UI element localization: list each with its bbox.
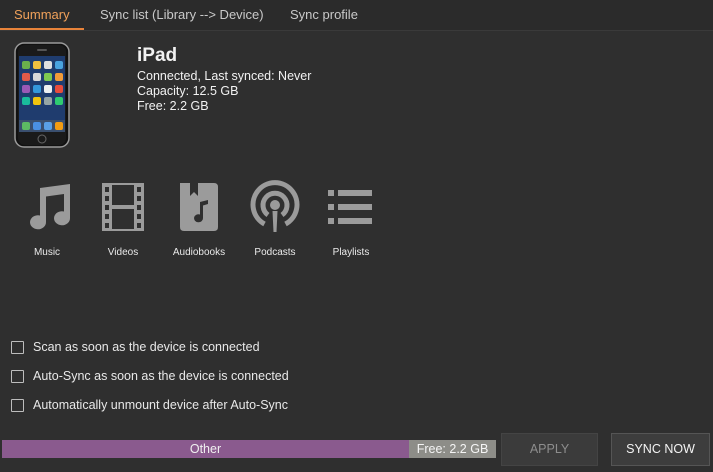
media-audiobooks[interactable]: Audiobooks — [164, 180, 234, 258]
media-podcasts[interactable]: Podcasts — [240, 180, 310, 258]
checkbox[interactable] — [11, 370, 24, 383]
media-videos[interactable]: Videos — [88, 180, 158, 258]
media-music[interactable]: Music — [12, 180, 82, 258]
device-capacity: Capacity: 12.5 GB — [137, 84, 239, 98]
option-label: Auto-Sync as soon as the device is conne… — [33, 369, 289, 383]
sync-now-button[interactable]: SYNC NOW — [611, 433, 710, 466]
checkbox[interactable] — [11, 399, 24, 412]
tab-bar: Summary Sync list (Library --> Device) S… — [0, 0, 713, 31]
tab-sync-list[interactable]: Sync list (Library --> Device) — [100, 0, 264, 30]
device-free: Free: 2.2 GB — [137, 99, 209, 113]
storage-usage-bar: Other Free: 2.2 GB — [2, 440, 496, 458]
music-note-icon — [30, 184, 71, 230]
media-label: Music — [33, 247, 61, 258]
podcast-icon — [250, 180, 300, 232]
media-label: Playlists — [332, 247, 370, 258]
usage-segment-free: Free: 2.2 GB — [409, 440, 496, 458]
device-status: Connected, Last synced: Never — [137, 69, 312, 83]
media-label: Videos — [107, 247, 139, 258]
apply-button[interactable]: APPLY — [501, 433, 598, 466]
option-label: Scan as soon as the device is connected — [33, 340, 260, 354]
device-name: iPad — [137, 45, 178, 66]
tab-sync-profile[interactable]: Sync profile — [290, 0, 358, 30]
media-label: Podcasts — [254, 247, 296, 258]
usage-segment-other: Other — [2, 440, 409, 458]
checkbox[interactable] — [11, 341, 24, 354]
film-strip-icon — [102, 183, 144, 231]
media-label: Audiobooks — [172, 247, 226, 258]
media-playlists[interactable]: Playlists — [316, 180, 386, 258]
tab-summary[interactable]: Summary — [0, 0, 84, 30]
playlist-icon — [328, 190, 372, 224]
option-label: Automatically unmount device after Auto-… — [33, 398, 288, 412]
audiobook-icon — [180, 183, 218, 231]
iphone-device-icon — [14, 42, 70, 148]
